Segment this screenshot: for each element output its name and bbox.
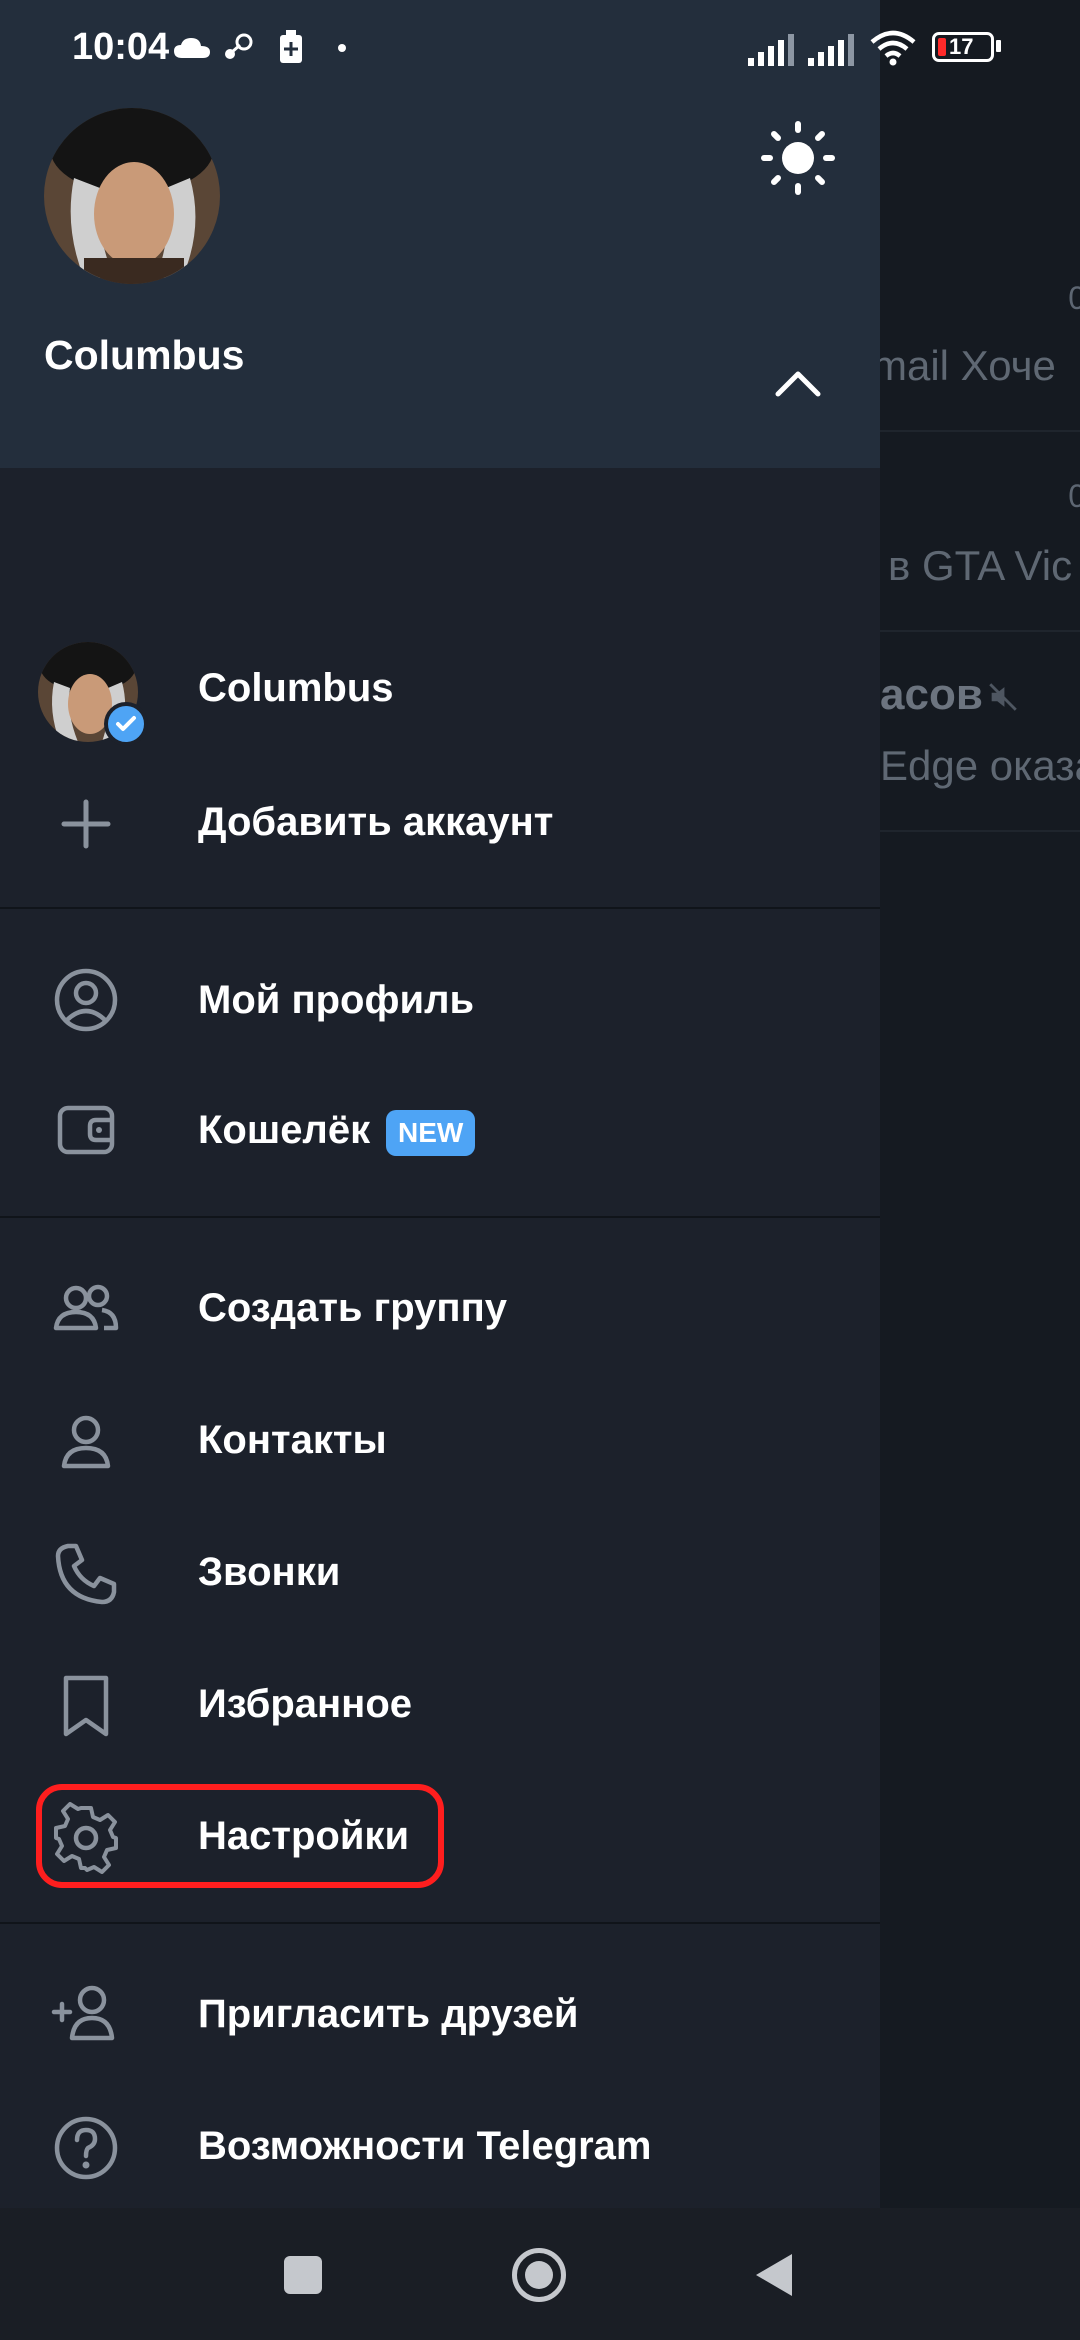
menu-label-contacts: Контакты bbox=[198, 1418, 387, 1462]
wallet-icon bbox=[57, 1105, 115, 1155]
notification-dot-icon bbox=[338, 44, 346, 52]
chevron-up-icon[interactable] bbox=[772, 362, 824, 402]
phone-icon bbox=[55, 1543, 117, 1605]
person-icon bbox=[61, 1415, 111, 1469]
menu-item-features[interactable]: Возможности Telegram bbox=[0, 2082, 880, 2212]
status-bar: 10:04 17 bbox=[0, 0, 1080, 100]
group-icon bbox=[53, 1284, 119, 1331]
navigation-drawer: Columbus Columbus Добавить аккаунт Мой п… bbox=[0, 0, 880, 2208]
cloud-icon bbox=[174, 38, 210, 58]
account-name: Columbus bbox=[198, 666, 394, 710]
menu-label-wallet: Кошелёк bbox=[198, 1108, 371, 1152]
wifi-icon bbox=[870, 30, 916, 66]
chat-title: асов bbox=[880, 670, 983, 719]
menu-item-profile[interactable]: Мой профиль bbox=[0, 934, 880, 1064]
battery-saver-icon bbox=[280, 30, 302, 63]
signal-icon bbox=[748, 34, 794, 66]
chat-preview: mail Хоче bbox=[880, 342, 1056, 389]
signal-icon bbox=[808, 34, 854, 66]
chat-row[interactable]: асов Edge оказа bbox=[880, 630, 1080, 832]
steam-icon bbox=[225, 33, 253, 59]
menu-item-invite[interactable]: Пригласить друзей bbox=[0, 1950, 880, 2080]
help-circle-icon bbox=[54, 2116, 118, 2180]
divider bbox=[0, 1216, 880, 1218]
menu-item-calls[interactable]: Звонки bbox=[0, 1508, 880, 1638]
user-circle-icon bbox=[54, 968, 118, 1032]
menu-item-saved[interactable]: Избранное bbox=[0, 1640, 880, 1770]
battery-icon: 17 bbox=[932, 32, 994, 62]
chat-preview: Edge оказа bbox=[880, 742, 1080, 789]
status-time: 10:04 bbox=[72, 26, 170, 68]
add-account-label: Добавить аккаунт bbox=[198, 800, 554, 844]
recents-button[interactable] bbox=[284, 2256, 322, 2294]
menu-item-new-group[interactable]: Создать группу bbox=[0, 1244, 880, 1374]
home-button[interactable] bbox=[512, 2248, 566, 2302]
menu-label-features: Возможности Telegram bbox=[198, 2124, 652, 2168]
bookmark-icon bbox=[63, 1675, 109, 1737]
navigation-bar bbox=[0, 2208, 1080, 2340]
plus-icon bbox=[61, 799, 111, 849]
battery-tip bbox=[996, 40, 1001, 52]
profile-name: Columbus bbox=[44, 332, 245, 378]
menu-label-saved: Избранное bbox=[198, 1682, 413, 1726]
sun-icon[interactable] bbox=[758, 118, 838, 198]
add-account-button[interactable]: Добавить аккаунт bbox=[0, 758, 880, 888]
menu-label-invite: Пригласить друзей bbox=[198, 1992, 579, 2036]
muted-icon bbox=[989, 683, 1017, 711]
battery-level bbox=[938, 38, 946, 56]
menu-item-contacts[interactable]: Контакты bbox=[0, 1376, 880, 1506]
chat-time: 0 bbox=[1068, 478, 1080, 515]
divider bbox=[0, 907, 880, 909]
back-button[interactable] bbox=[752, 2252, 796, 2298]
chat-time: 0 bbox=[1068, 280, 1080, 317]
chat-row[interactable]: 0 mail Хоче bbox=[880, 230, 1080, 432]
divider bbox=[0, 1922, 880, 1924]
new-badge: NEW bbox=[386, 1110, 476, 1156]
battery-percent: 17 bbox=[949, 34, 974, 59]
chat-preview: в GTA Vic bbox=[888, 542, 1073, 589]
chat-row[interactable]: 0 в GTA Vic bbox=[880, 430, 1080, 632]
verified-check-icon bbox=[104, 702, 148, 746]
menu-label-profile: Мой профиль bbox=[198, 978, 475, 1022]
settings-highlight bbox=[36, 1784, 444, 1888]
menu-label-new-group: Создать группу bbox=[198, 1286, 507, 1330]
menu-label-calls: Звонки bbox=[198, 1550, 341, 1594]
add-person-icon bbox=[51, 1985, 115, 2041]
profile-avatar[interactable] bbox=[44, 108, 220, 284]
